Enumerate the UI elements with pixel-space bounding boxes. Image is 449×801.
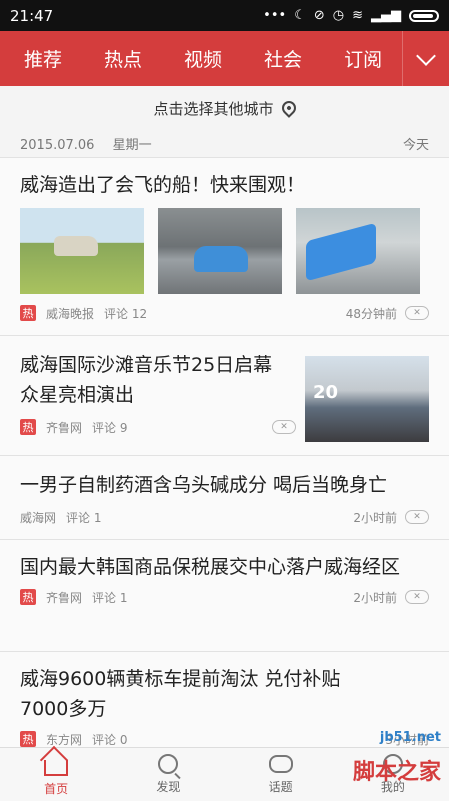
dismiss-button[interactable]: ✕ <box>272 420 296 434</box>
nav-discover[interactable]: 发现 <box>112 748 224 801</box>
chevron-down-icon <box>416 45 436 66</box>
news-title: 威海国际沙滩音乐节25日启幕 众星亮相演出 <box>20 354 273 406</box>
close-icon: ✕ <box>413 592 421 602</box>
status-icons: ••• ☾ ⊘ ◷ ≋ ▂▄▆ <box>263 8 439 23</box>
news-meta: 热 威海晚报 评论 12 48分钟前 ✕ <box>20 302 429 324</box>
news-time: 3小时前 <box>385 732 429 747</box>
status-bar: 21:47 ••• ☾ ⊘ ◷ ≋ ▂▄▆ <box>0 0 449 31</box>
close-icon: ✕ <box>280 422 288 432</box>
tab-recommend[interactable]: 推荐 <box>0 45 80 72</box>
comment-count: 评论 12 <box>104 306 148 321</box>
more-categories-button[interactable] <box>402 31 449 86</box>
hot-badge: 热 <box>20 305 36 321</box>
alarm-icon: ◷ <box>332 8 345 23</box>
news-time: 2小时前 <box>353 510 397 525</box>
nav-topics-label: 话题 <box>268 779 293 794</box>
moon-icon: ☾ <box>294 8 306 23</box>
more-dots-icon: ••• <box>263 8 287 23</box>
signal-icon: ▂▄▆ <box>371 8 401 23</box>
dismiss-button[interactable]: ✕ <box>405 306 429 320</box>
chat-icon <box>268 754 293 773</box>
news-item[interactable]: 威海造出了会飞的船！快来围观！ 热 威海晚报 评论 12 48分钟前 ✕ <box>0 158 449 336</box>
news-item[interactable]: 一男子自制药酒含乌头碱成分 喝后当晚身亡 威海网 评论 1 2小时前 ✕ <box>0 456 449 540</box>
close-icon: ✕ <box>413 308 421 318</box>
dismiss-button[interactable]: ✕ <box>405 590 429 604</box>
thumbnail-image <box>296 208 420 294</box>
nav-me-label: 我的 <box>380 780 405 794</box>
date-header: 2015.07.06 星期一 今天 <box>0 130 449 158</box>
user-icon <box>382 754 403 774</box>
news-meta: 热 齐鲁网 评论 9 ✕ <box>20 416 296 438</box>
news-meta: 威海网 评论 1 2小时前 ✕ <box>20 506 429 528</box>
comment-count: 评论 0 <box>92 732 128 747</box>
date: 2015.07.06 <box>20 138 95 153</box>
news-item[interactable]: 威海国际沙滩音乐节25日启幕 众星亮相演出 热 齐鲁网 评论 9 ✕ <box>0 336 449 456</box>
comment-count: 评论 9 <box>92 420 128 435</box>
news-source: 威海网 <box>20 510 57 525</box>
dismiss-button[interactable]: ✕ <box>405 510 429 524</box>
nav-home-label: 首页 <box>44 782 69 796</box>
news-meta: 热 东方网 评论 0 3小时前 <box>20 728 429 747</box>
news-item[interactable]: 威海9600辆黄标车提前淘汰 兑付补贴7000多万 热 东方网 评论 0 3小时… <box>0 652 449 747</box>
news-source: 威海晚报 <box>46 306 95 321</box>
news-source: 齐鲁网 <box>46 590 83 605</box>
location-pin-icon <box>278 98 299 118</box>
nav-home[interactable]: 首页 <box>0 748 112 801</box>
category-tabs: 推荐 热点 视频 社会 订阅 娱 <box>0 31 402 86</box>
news-title: 威海造出了会飞的船！快来围观！ <box>20 174 306 196</box>
comment-count: 评论 1 <box>92 590 128 605</box>
home-icon <box>44 760 69 776</box>
city-selector[interactable]: 点击选择其他城市 <box>0 86 449 130</box>
news-title: 威海9600辆黄标车提前淘汰 兑付补贴7000多万 <box>20 668 341 720</box>
news-source: 齐鲁网 <box>46 420 83 435</box>
close-icon: ✕ <box>413 512 421 522</box>
tab-hot[interactable]: 热点 <box>80 45 160 72</box>
tab-subscribe[interactable]: 订阅 <box>320 45 400 72</box>
thumbnail-image <box>305 356 429 442</box>
news-item[interactable]: 国内最大韩国商品保税展交中心落户威海经区 热 齐鲁网 评论 1 2小时前 ✕ <box>0 540 449 652</box>
wifi-icon: ≋ <box>352 8 363 23</box>
tab-video[interactable]: 视频 <box>160 45 240 72</box>
tab-society[interactable]: 社会 <box>240 45 320 72</box>
hot-badge: 热 <box>20 419 36 435</box>
status-time: 21:47 <box>10 6 54 25</box>
mute-icon: ⊘ <box>313 8 325 23</box>
battery-icon <box>409 9 439 22</box>
news-feed: 威海造出了会飞的船！快来围观！ 热 威海晚报 评论 12 48分钟前 ✕ 威海国… <box>0 158 449 747</box>
search-icon <box>158 754 179 774</box>
weekday: 星期一 <box>112 138 152 153</box>
news-title: 国内最大韩国商品保税展交中心落户威海经区 <box>20 556 401 578</box>
nav-topics[interactable]: 话题 <box>225 748 337 801</box>
news-time: 2小时前 <box>353 590 397 605</box>
news-time: 48分钟前 <box>345 306 397 321</box>
hot-badge: 热 <box>20 589 36 605</box>
today-label: 今天 <box>402 138 429 153</box>
hot-badge: 热 <box>20 731 36 747</box>
news-title: 一男子自制药酒含乌头碱成分 喝后当晚身亡 <box>20 474 388 496</box>
nav-discover-label: 发现 <box>156 780 181 794</box>
thumbnail-image <box>158 208 282 294</box>
category-nav: 推荐 热点 视频 社会 订阅 娱 <box>0 31 449 86</box>
thumbnail-image <box>20 208 144 294</box>
comment-count: 评论 1 <box>66 510 102 525</box>
news-source: 东方网 <box>46 732 83 747</box>
bottom-nav: 首页 发现 话题 我的 <box>0 747 449 801</box>
city-selector-label: 点击选择其他城市 <box>153 99 274 118</box>
news-meta: 热 齐鲁网 评论 1 2小时前 ✕ <box>20 586 429 608</box>
nav-me[interactable]: 我的 <box>337 748 449 801</box>
thumbnail-row <box>20 208 429 294</box>
